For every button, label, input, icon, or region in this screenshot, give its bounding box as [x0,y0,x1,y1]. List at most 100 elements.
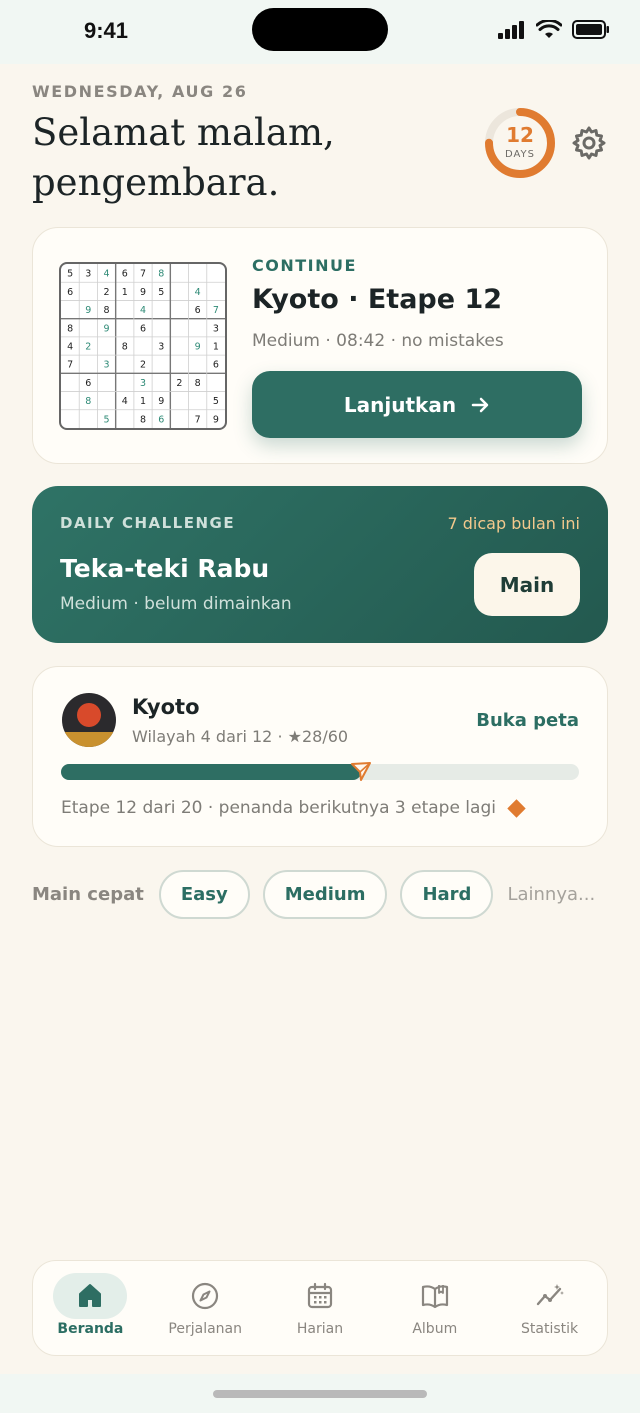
continue-meta: Medium · 08:42 · no mistakes [252,331,504,351]
tab-label: Statistik [521,1321,579,1337]
paper-plane-icon [351,762,372,781]
tab-perjalanan[interactable]: Perjalanan [148,1261,263,1355]
home-indicator-area [0,1374,640,1413]
tab-label: Beranda [57,1321,124,1337]
streak-label: DAYS [504,149,536,160]
grid-cell-digit: 9 [140,287,146,298]
grid-cell-digit: 3 [104,360,110,371]
grid-cell-digit: 3 [140,378,146,389]
resume-button-label: Lanjutkan [343,392,457,417]
grid-cell-digit: 3 [158,342,164,353]
grid-cell-digit: 6 [122,269,128,280]
grid-cell-digit: 4 [67,342,73,353]
grid-cell-digit: 7 [140,269,146,280]
daily-subtitle: Medium · belum dimainkan [60,594,292,614]
daily-label: DAILY CHALLENGE [60,514,236,532]
grid-cell-digit: 8 [104,305,110,316]
grid-cell-digit: 8 [195,378,201,389]
battery-icon [572,20,609,39]
grid-cell-digit: 2 [104,287,110,298]
grid-cell-digit: 3 [85,269,91,280]
status-time: 9:41 [84,18,129,43]
tab-statistik[interactable]: Statistik [492,1261,607,1355]
quick-play-row: Main cepat Easy Medium Hard Lainnya... [32,870,595,919]
greeting-title: Selamat malam, pengembara. [32,111,335,204]
grid-cell-digit: 1 [122,287,128,298]
kyoto-sun-icon [62,693,116,747]
grid-cell-digit: 8 [140,414,146,425]
wifi-icon [536,20,562,38]
region-name: Kyoto [132,695,200,719]
grid-cell-digit: 6 [67,287,73,298]
tab-label: Harian [296,1321,344,1337]
grid-cell-digit: 9 [158,396,164,407]
grid-cell-digit: 6 [158,414,164,425]
diamond-icon [507,798,526,818]
region-footer-text: Etape 12 dari 20 · penanda berikutnya 3 … [61,798,496,818]
grid-cell-digit: 4 [104,269,110,280]
grid-cell-digit: 1 [213,342,219,353]
grid-cell-digit: 5 [104,414,110,425]
stats-icon [536,1284,564,1306]
region-footer: Etape 12 dari 20 · penanda berikutnya 3 … [61,798,526,818]
status-icons [498,20,610,39]
grid-cell-digit: 5 [158,287,164,298]
grid-cell-digit: 7 [213,305,219,316]
grid-cell-digit: 9 [195,342,201,353]
grid-cell-digit: 2 [140,360,146,371]
tab-label: Perjalanan [168,1321,242,1337]
grid-cell-digit: 6 [213,360,219,371]
signal-icon [498,20,524,39]
continue-title: Kyoto · Etape 12 [252,284,503,315]
grid-cell-digit: 7 [67,360,73,371]
grid-cell-digit: 4 [140,305,146,316]
tab-harian[interactable]: Harian [263,1261,378,1355]
tab-beranda[interactable]: Beranda [33,1261,148,1355]
streak-badge[interactable]: 12 DAYS [484,107,556,179]
grid-cell-digit: 3 [213,323,219,334]
grid-cell-digit: 9 [213,414,219,425]
tab-label: Album [412,1321,458,1337]
region-meta: Wilayah 4 dari 12 · ★28/60 [132,727,349,746]
grid-cell-digit: 4 [195,287,201,298]
streak-count: 12 [506,123,534,147]
grid-cell-digit: 8 [158,269,164,280]
grid-cell-digit: 6 [85,378,91,389]
quick-more-link[interactable]: Lainnya... [507,884,595,905]
mini-sudoku-grid: 5 3 4 6 7 8 6 2 1 9 5 4 9 8 4 6 7 8 9 6 3 4 2 8 3 9 1 7 3 2 6 6 3 2 8 8 4 1 9 5… [59,262,227,430]
grid-cell-digit: 9 [104,323,110,334]
bottom-tab-bar: Beranda Perjalanan Harian Album Statisti… [32,1260,608,1356]
compass-icon [192,1282,219,1310]
tab-album[interactable]: Album [377,1261,492,1355]
daily-challenge-card[interactable]: DAILY CHALLENGE 7 dicap bulan ini Teka-t… [32,486,608,643]
grid-cell-digit: 8 [85,396,91,407]
daily-play-button[interactable]: Main [474,553,580,616]
grid-cell-digit: 8 [122,342,128,353]
quick-easy-chip[interactable]: Easy [158,870,250,919]
grid-cell-digit: 5 [67,269,73,280]
daily-title: Teka-teki Rabu [60,554,270,583]
calendar-icon [307,1282,333,1309]
region-card[interactable]: Kyoto Wilayah 4 dari 12 · ★28/60 Buka pe… [32,666,608,847]
quick-play-label: Main cepat [32,884,144,905]
home-indicator[interactable] [213,1390,427,1398]
grid-cell-digit: 9 [85,305,91,316]
daily-stamps: 7 dicap bulan ini [447,514,580,533]
resume-button[interactable]: Lanjutkan [252,371,582,438]
quick-medium-chip[interactable]: Medium [262,870,388,919]
grid-cell-digit: 1 [140,396,146,407]
quick-hard-chip[interactable]: Hard [400,870,494,919]
gear-icon[interactable] [571,125,607,161]
grid-cell-digit: 6 [195,305,201,316]
grid-cell-digit: 4 [122,396,128,407]
grid-cell-digit: 2 [85,342,91,353]
grid-cell-digit: 7 [195,414,201,425]
dynamic-island [252,8,388,51]
open-map-link[interactable]: Buka peta [476,710,579,731]
date-line: WEDNESDAY, AUG 26 [32,82,248,101]
continue-card[interactable]: 5 3 4 6 7 8 6 2 1 9 5 4 9 8 4 6 7 8 9 6 3 4 2 8 3 9 1 7 3 2 6 6 3 2 8 8 4 1 9 5… [32,227,608,464]
home-icon [79,1284,102,1307]
grid-cell-digit: 5 [213,396,219,407]
region-progress-fill [61,764,362,780]
arrow-right-icon [471,397,489,412]
